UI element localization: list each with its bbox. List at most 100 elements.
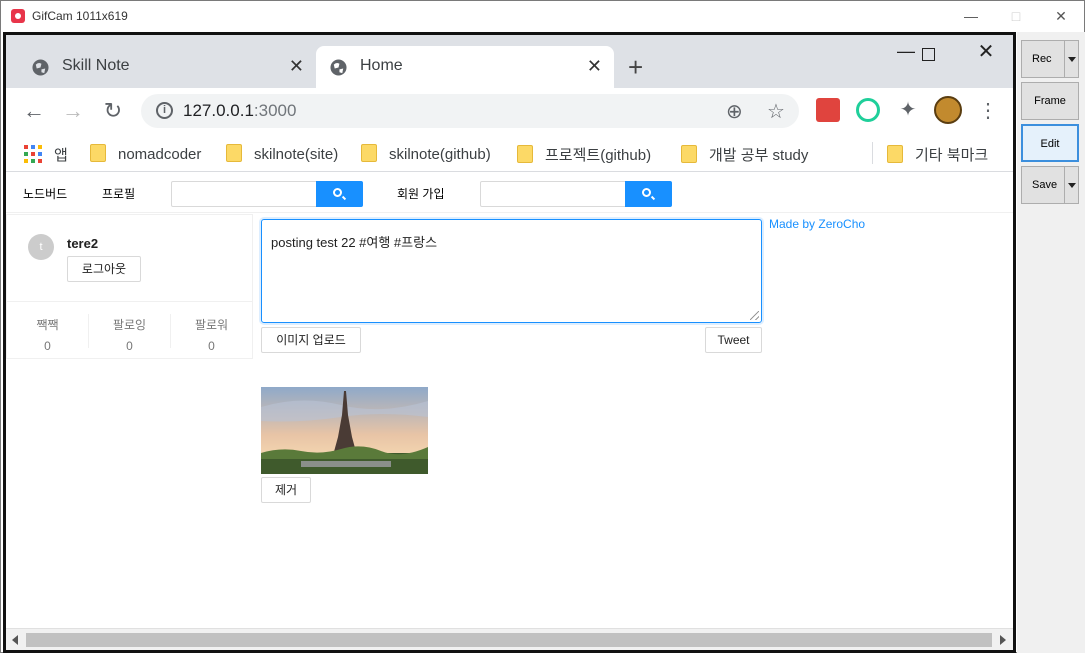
url-text[interactable]: 127.0.0.1:3000 [183,101,296,121]
search-button[interactable] [625,181,672,207]
credit-link[interactable]: Made by ZeroCho [769,217,865,231]
avatar: t [28,234,54,260]
scrollbar-thumb[interactable] [26,633,992,647]
nav-bar: ← → ↻ i 127.0.0.1:3000 ⊕ ☆ ✦ ⋮ [6,88,1013,134]
tweet-button[interactable]: Tweet [705,327,762,353]
image-preview [261,387,428,474]
tab-close-icon[interactable]: ✕ [587,56,602,77]
bookmark-label: 프로젝트(github) [545,147,652,164]
stat-value: 0 [208,339,215,353]
logout-button[interactable]: 로그아웃 [67,256,141,282]
stat-label: 팔로잉 [112,318,147,332]
extension-red-icon[interactable] [816,98,840,122]
folder-icon [361,144,377,162]
search-input[interactable] [480,181,626,207]
tab-title: Home [360,57,403,74]
folder-icon [887,145,903,163]
back-icon[interactable]: ← [20,97,48,125]
search-input[interactable] [171,181,317,207]
eiffel-tower-photo [261,387,428,474]
gifcam-title: GifCam 1011x619 [32,9,128,23]
search-icon [333,188,342,197]
bookmark-label: 기타 북마크 [915,147,989,164]
globe-icon [32,59,49,76]
rec-button[interactable]: Rec [1021,40,1079,78]
bookmark-other[interactable]: 기타 북마크 [887,144,988,165]
url-host: 127.0.0.1 [183,101,254,120]
info-icon[interactable]: i [156,102,173,119]
user-stats: 짹짹 0 팔로잉 0 팔로워 0 [7,301,252,359]
bookmark-label: skilnote(site) [254,146,339,163]
stat-posts[interactable]: 짹짹 0 [7,316,88,353]
folder-icon [90,144,106,162]
menu-profile[interactable]: 프로필 [102,185,135,202]
horizontal-scrollbar[interactable] [6,628,1013,650]
close-icon[interactable]: ✕ [966,39,1006,65]
tab-skill-note[interactable]: Skill Note ✕ [18,46,316,88]
folder-icon [517,145,533,163]
tab-strip: Skill Note ✕ Home ✕ + — ✕ [6,35,1013,88]
bookmark-label: 앱 [54,147,68,164]
new-tab-icon[interactable]: + [628,52,643,83]
stat-followings[interactable]: 팔로잉 0 [89,316,170,353]
forward-icon[interactable]: → [59,97,87,125]
rec-dropdown-icon[interactable] [1064,41,1078,77]
edit-button[interactable]: Edit [1021,124,1079,162]
extension-green-icon[interactable] [856,98,880,122]
reload-icon[interactable]: ↻ [99,97,127,125]
gifcam-app-icon [11,9,25,23]
extensions-puzzle-icon[interactable]: ✦ [896,98,920,122]
rec-label: Rec [1032,53,1052,65]
scroll-right-icon[interactable] [1000,635,1006,645]
stat-label: 짹짹 [36,318,59,332]
bookmark-folder[interactable]: 프로젝트(github) [517,144,651,165]
user-nickname: tere2 [67,236,99,251]
bookmark-folder[interactable]: skilnote(site) [226,144,338,163]
bookmark-star-icon[interactable]: ☆ [767,99,785,124]
image-upload-button[interactable]: 이미지 업로드 [261,327,361,353]
apps-grid-icon [24,145,42,163]
scroll-left-icon[interactable] [12,635,18,645]
bookmark-folder[interactable]: 개발 공부 study [681,144,808,165]
remove-image-button[interactable]: 제거 [261,477,311,503]
bookmarks-bar: 앱 nomadcoder skilnote(site) skilnote(git… [6,134,1013,172]
menu-signup[interactable]: 회원 가입 [397,185,445,202]
profile-avatar-icon[interactable] [934,96,962,124]
capture-frame: Skill Note ✕ Home ✕ + — ✕ ← → ↻ i 127.0.… [3,32,1016,653]
stat-followers[interactable]: 팔로워 0 [171,316,252,353]
frame-button[interactable]: Frame [1021,82,1079,120]
bookmark-folder[interactable]: nomadcoder [90,144,201,163]
zoom-icon[interactable]: ⊕ [726,99,743,124]
stat-value: 0 [126,339,133,353]
maximize-icon[interactable] [908,43,948,69]
minimize-icon[interactable]: — [956,5,986,27]
save-dropdown-icon[interactable] [1064,167,1078,203]
stat-label: 팔로워 [194,318,229,332]
save-button[interactable]: Save [1021,166,1079,204]
gifcam-window: GifCam 1011x619 — □ ✕ Rec Frame Edit Sav… [0,0,1085,653]
post-text: posting test 22 #여행 #프랑스 [271,235,438,250]
globe-icon [330,59,347,76]
bookmark-apps[interactable]: 앱 [24,144,68,165]
maximize-icon[interactable]: □ [1001,5,1031,27]
save-label: Save [1032,179,1058,191]
bookmark-folder[interactable]: skilnote(github) [361,144,491,163]
close-icon[interactable]: ✕ [1046,5,1076,27]
bookmark-label: nomadcoder [118,146,202,163]
bookmark-label: skilnote(github) [389,146,491,163]
search-icon [642,188,651,197]
tab-title: Skill Note [62,57,130,74]
menu-home[interactable]: 노드버드 [23,185,67,202]
url-port: :3000 [253,101,297,120]
folder-icon [681,145,697,163]
tab-close-icon[interactable]: ✕ [289,56,304,77]
address-bar[interactable]: i 127.0.0.1:3000 ⊕ ☆ [141,94,799,128]
search-button[interactable] [316,181,363,207]
resize-handle-icon[interactable] [750,311,759,320]
post-textarea[interactable]: posting test 22 #여행 #프랑스 [261,219,762,323]
gifcam-sidebar: Rec Frame Edit Save [1017,32,1085,653]
folder-icon [226,144,242,162]
tab-home[interactable]: Home ✕ [316,46,614,88]
bookmark-label: 개발 공부 study [709,147,809,164]
more-menu-icon[interactable]: ⋮ [974,97,1002,125]
